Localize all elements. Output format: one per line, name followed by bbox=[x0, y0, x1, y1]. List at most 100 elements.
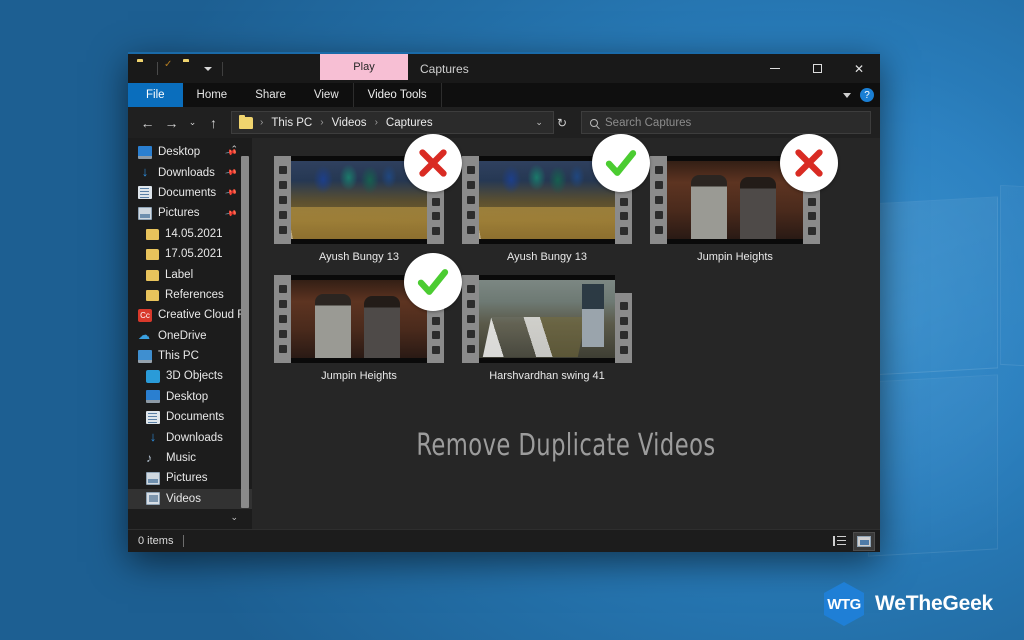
properties-icon[interactable] bbox=[163, 61, 178, 76]
film-perforation bbox=[654, 211, 663, 219]
new-folder-icon[interactable] bbox=[183, 61, 198, 76]
up-button[interactable]: ↑ bbox=[203, 112, 224, 134]
x-icon bbox=[419, 149, 447, 177]
close-button[interactable]: ✕ bbox=[838, 54, 880, 83]
tab-video-tools-label: Video Tools bbox=[367, 89, 427, 101]
sidebar-item-music[interactable]: ♪ Music bbox=[128, 448, 252, 468]
file-tile[interactable]: Jumpin Heights bbox=[274, 253, 462, 382]
file-tile[interactable]: Ayush Bungy 13 bbox=[462, 134, 650, 263]
duplicate-remove-badge[interactable] bbox=[780, 134, 838, 192]
breadcrumb-item-videos[interactable]: Videos bbox=[331, 117, 368, 129]
video-thumbnail[interactable] bbox=[274, 253, 462, 363]
tab-share[interactable]: Share bbox=[241, 83, 300, 107]
folder-icon bbox=[146, 228, 159, 240]
sidebar-item-14-05-2021[interactable]: 14.05.2021 bbox=[128, 224, 252, 244]
sidebar-item-documents[interactable]: Documents 📌 bbox=[128, 183, 252, 203]
help-icon[interactable]: ? bbox=[860, 88, 874, 102]
customize-quick-access-button[interactable] bbox=[203, 66, 212, 71]
search-placeholder: Search Captures bbox=[605, 116, 692, 129]
chevron-down-icon[interactable]: ⌄ bbox=[529, 117, 549, 128]
wallpaper-pane bbox=[868, 374, 998, 557]
sidebar-item-label: 3D Objects bbox=[166, 370, 223, 383]
folder-icon[interactable] bbox=[137, 61, 152, 76]
sidebar-item-documents[interactable]: Documents bbox=[128, 407, 252, 427]
sidebar-item-label[interactable]: Label bbox=[128, 264, 252, 284]
film-strip-left bbox=[462, 156, 479, 244]
minimize-button[interactable] bbox=[754, 54, 796, 83]
scroll-up-icon[interactable]: ⌃ bbox=[230, 144, 238, 155]
breadcrumb-separator: › bbox=[260, 117, 264, 128]
film-perforation bbox=[654, 196, 663, 204]
file-tile[interactable]: Jumpin Heights bbox=[650, 134, 838, 263]
file-name: Jumpin Heights bbox=[697, 251, 773, 263]
breadcrumb-item-captures[interactable]: Captures bbox=[385, 117, 434, 129]
video-thumbnail[interactable] bbox=[462, 134, 650, 244]
quick-access-toolbar[interactable] bbox=[128, 61, 223, 76]
recent-locations-button[interactable]: ⌄ bbox=[185, 112, 200, 134]
film-perforation bbox=[619, 316, 628, 325]
film-perforation bbox=[807, 212, 816, 221]
thumbnail-grid: Ayush Bungy 13 Ayush Bungy 13 Jumpin Heigh… bbox=[274, 134, 880, 394]
tab-view[interactable]: View bbox=[300, 83, 353, 107]
video-thumbnail[interactable] bbox=[650, 134, 838, 244]
forward-button[interactable]: → bbox=[161, 112, 182, 134]
this-pc-icon bbox=[138, 349, 152, 363]
scrollbar-thumb[interactable] bbox=[241, 156, 249, 508]
sidebar-item-creative-cloud-fil[interactable]: Cc Creative Cloud Fil bbox=[128, 305, 252, 325]
sidebar-item-onedrive[interactable]: ☁ OneDrive bbox=[128, 326, 252, 346]
video-thumbnail[interactable] bbox=[462, 275, 632, 363]
sidebar-item-label: Desktop bbox=[158, 146, 201, 159]
sidebar-item-references[interactable]: References bbox=[128, 285, 252, 305]
divider bbox=[183, 535, 185, 547]
duplicate-keep-badge[interactable] bbox=[404, 253, 462, 311]
item-count: 0 items bbox=[138, 535, 174, 547]
address-bar-row: ← → ⌄ ↑ › This PC › Videos › Captures ⌄ … bbox=[128, 107, 880, 138]
sidebar-item-downloads[interactable]: ↓ Downloads bbox=[128, 427, 252, 447]
sidebar-item-3d-objects[interactable]: 3D Objects bbox=[128, 366, 252, 386]
back-button[interactable]: ← bbox=[137, 112, 158, 134]
folder-icon bbox=[146, 249, 159, 261]
file-list-view[interactable]: Ayush Bungy 13 Ayush Bungy 13 Jumpin Heigh… bbox=[252, 134, 880, 529]
sidebar-item-desktop[interactable]: Desktop bbox=[128, 387, 252, 407]
breadcrumb[interactable]: › This PC › Videos › Captures ⌄ bbox=[231, 111, 554, 134]
sidebar-item-label: Downloads bbox=[158, 166, 215, 179]
sidebar-item-label: Pictures bbox=[166, 472, 208, 485]
navigation-pane: Desktop 📌 ↓ Downloads 📌 Documents 📌 Pictures 📌 14… bbox=[128, 138, 252, 529]
check-icon bbox=[605, 150, 637, 176]
sidebar-item-this-pc[interactable]: This PC bbox=[128, 346, 252, 366]
details-view-icon bbox=[832, 536, 846, 546]
file-tile[interactable]: Ayush Bungy 13 bbox=[274, 134, 462, 263]
search-input[interactable]: Search Captures bbox=[581, 111, 871, 134]
play-contextual-tab[interactable]: Play bbox=[320, 54, 408, 80]
details-view-button[interactable] bbox=[828, 532, 850, 551]
download-icon: ↓ bbox=[149, 429, 157, 445]
desktop-icon bbox=[138, 145, 152, 159]
tab-home[interactable]: Home bbox=[183, 83, 242, 107]
sidebar-item-downloads[interactable]: ↓ Downloads 📌 bbox=[128, 162, 252, 182]
duplicate-keep-badge[interactable] bbox=[592, 134, 650, 192]
film-perforation bbox=[431, 226, 440, 235]
sidebar-item-pictures[interactable]: Pictures 📌 bbox=[128, 203, 252, 223]
file-tile[interactable]: Harshvardhan swing 41 bbox=[462, 275, 650, 382]
film-perforation bbox=[466, 166, 475, 174]
refresh-icon[interactable]: ↻ bbox=[557, 116, 570, 130]
tab-video-tools[interactable]: Video Tools bbox=[352, 83, 442, 107]
film-perforation bbox=[466, 181, 475, 189]
window-title: Captures bbox=[420, 54, 469, 83]
chevron-down-icon[interactable] bbox=[843, 92, 851, 98]
video-thumbnail[interactable] bbox=[274, 134, 462, 244]
sidebar-item-label: 14.05.2021 bbox=[165, 227, 223, 240]
scroll-down-icon[interactable]: ⌄ bbox=[230, 512, 238, 523]
film-perforation bbox=[278, 300, 287, 308]
tab-file[interactable]: File bbox=[128, 83, 183, 107]
thumbnail-art bbox=[479, 275, 615, 363]
back-icon: ← bbox=[140, 114, 155, 131]
duplicate-remove-badge[interactable] bbox=[404, 134, 462, 192]
maximize-button[interactable] bbox=[796, 54, 838, 83]
sidebar-item-videos[interactable]: Videos bbox=[128, 488, 252, 510]
thumbnail-image bbox=[479, 275, 615, 363]
sidebar-item-17-05-2021[interactable]: 17.05.2021 bbox=[128, 244, 252, 264]
sidebar-item-pictures[interactable]: Pictures bbox=[128, 468, 252, 488]
breadcrumb-item-this-pc[interactable]: This PC bbox=[270, 117, 313, 129]
large-icons-view-button[interactable] bbox=[853, 531, 875, 551]
